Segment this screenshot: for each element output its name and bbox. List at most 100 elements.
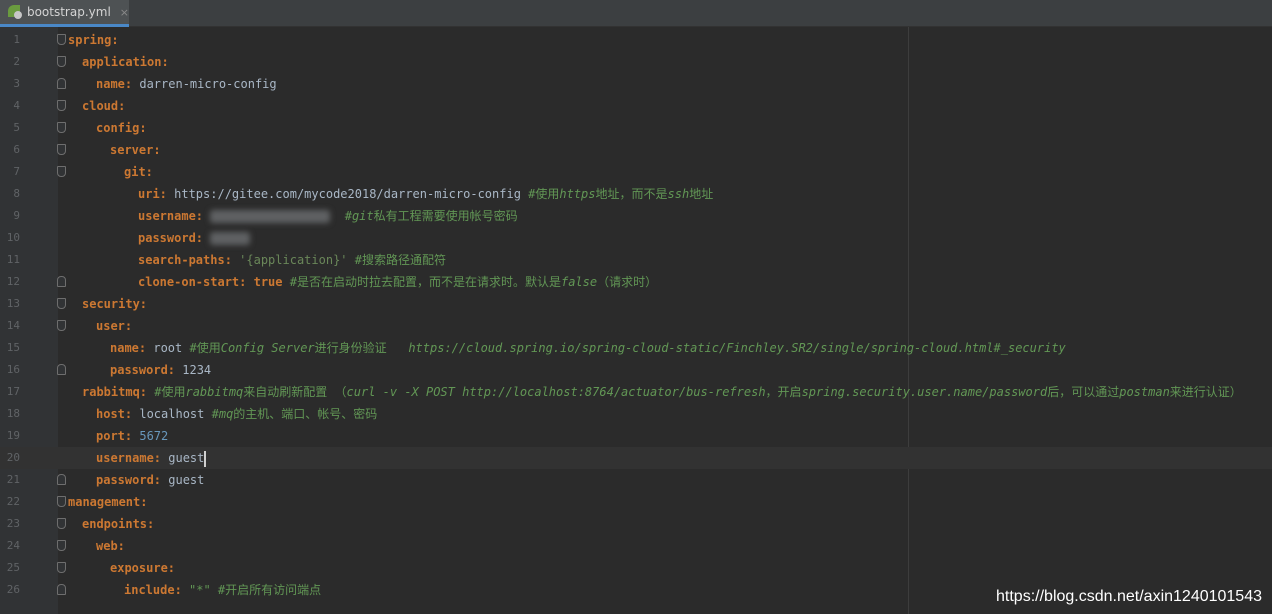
spring-yaml-icon [8, 5, 22, 19]
comment: # [211, 407, 219, 421]
code-line[interactable]: 7 git: [0, 161, 1272, 183]
code-line[interactable]: 21 password: guest [0, 469, 1272, 491]
tab-bootstrap-yml[interactable]: bootstrap.yml × [0, 0, 129, 27]
comment: 来自动刷新配置 （ [243, 385, 347, 399]
code-text: cloud: [82, 95, 125, 117]
code-text: password: 1234 [110, 359, 211, 381]
code-line[interactable]: 9 username: #git私有工程需要使用帐号密码 [0, 205, 1272, 227]
yaml-key: search-paths: [138, 253, 232, 267]
comment: #是否在启动时拉去配置，而不是在请求时。默认是 [289, 275, 561, 289]
yaml-key: username: [138, 209, 204, 223]
code-line[interactable]: 23 endpoints: [0, 513, 1272, 535]
fold-marker-icon[interactable] [57, 474, 66, 485]
code-line[interactable]: 1 spring: [0, 29, 1272, 51]
line-number: 1 [13, 33, 20, 46]
fold-marker-icon[interactable] [57, 540, 66, 551]
code-line[interactable]: 25 exposure: [0, 557, 1272, 579]
comment-italic: false [560, 275, 598, 289]
fold-marker-icon[interactable] [57, 122, 66, 133]
code-text: config: [96, 117, 147, 139]
line-number: 12 [6, 275, 20, 288]
fold-marker-icon[interactable] [57, 496, 66, 507]
code-line[interactable]: 4 cloud: [0, 95, 1272, 117]
comment-italic: Config Server [220, 341, 315, 355]
comment-italic: ssh [667, 187, 690, 201]
code-line[interactable]: 12 clone-on-start: true #是否在启动时拉去配置，而不是在请… [0, 271, 1272, 293]
yaml-value: guest [161, 451, 205, 465]
line-number: 3 [13, 77, 20, 90]
code-line[interactable]: 24 web: [0, 535, 1272, 557]
code-line[interactable]: 15 name: root #使用Config Server进行身份验证 http… [0, 337, 1272, 359]
code-line[interactable]: 8 uri: https://gitee.com/mycode2018/darre… [0, 183, 1272, 205]
yaml-value: guest [161, 473, 205, 487]
code-line[interactable]: 2 application: [0, 51, 1272, 73]
fold-marker-icon[interactable] [57, 144, 66, 155]
fold-marker-icon[interactable] [57, 78, 66, 89]
comment-italic: postman [1119, 385, 1170, 399]
fold-marker-icon[interactable] [57, 298, 66, 309]
line-number: 21 [6, 473, 20, 486]
yaml-string: '{application}' [231, 253, 355, 267]
comment: #搜索路径通配符 [354, 253, 446, 267]
code-text: name: darren-micro-config [96, 73, 277, 95]
yaml-key: server: [110, 143, 161, 157]
yaml-key: password: [96, 473, 162, 487]
code-line[interactable]: 19 port: 5672 [0, 425, 1272, 447]
yaml-key: password: [110, 363, 176, 377]
comment-italic: mq [218, 407, 234, 421]
yaml-key: uri: [138, 187, 167, 201]
tab-label: bootstrap.yml [26, 5, 111, 19]
close-icon[interactable]: × [120, 6, 129, 19]
fold-marker-icon[interactable] [57, 56, 66, 67]
line-number: 22 [6, 495, 20, 508]
comment: # [344, 209, 352, 223]
code-line[interactable]: 10 password: [0, 227, 1272, 249]
yaml-key: name: [96, 77, 133, 91]
code-line[interactable]: 17 rabbitmq: #使用rabbitmq来自动刷新配置 （curl -v … [0, 381, 1272, 403]
comment: #使用 [189, 341, 221, 355]
comment: 进行身份验证 [314, 341, 409, 355]
yaml-key: password: [138, 231, 204, 245]
line-number: 19 [6, 429, 20, 442]
line-number: 2 [13, 55, 20, 68]
code-line[interactable]: 16 password: 1234 [0, 359, 1272, 381]
yaml-key: endpoints: [82, 517, 155, 531]
code-text: include: "*" #开启所有访问端点 [124, 579, 321, 601]
code-text: server: [110, 139, 161, 161]
comment: ，开启 [765, 385, 802, 399]
code-line[interactable]: 22 management: [0, 491, 1272, 513]
code-text: rabbitmq: #使用rabbitmq来自动刷新配置 （curl -v -X… [82, 381, 1242, 403]
code-line[interactable]: 14 user: [0, 315, 1272, 337]
code-editor[interactable]: 1 spring: 2 application: 3 name: darren-micro… [0, 27, 1272, 614]
redacted-value [210, 232, 251, 245]
yaml-key: web: [96, 539, 125, 553]
code-line[interactable]: 13 security: [0, 293, 1272, 315]
code-line[interactable]: 6 server: [0, 139, 1272, 161]
fold-marker-icon[interactable] [57, 276, 66, 287]
code-line[interactable]: 5 config: [0, 117, 1272, 139]
code-text: management: [68, 491, 147, 513]
yaml-key: management: [68, 495, 148, 509]
fold-marker-icon[interactable] [57, 166, 66, 177]
fold-marker-icon[interactable] [57, 100, 66, 111]
fold-marker-icon[interactable] [57, 34, 66, 45]
fold-marker-icon[interactable] [57, 364, 66, 375]
fold-marker-icon[interactable] [57, 518, 66, 529]
code-line[interactable]: 20 username: guest [0, 447, 1272, 469]
code-line[interactable]: 11 search-paths: '{application}' #搜索路径通配符 [0, 249, 1272, 271]
fold-marker-icon[interactable] [57, 320, 66, 331]
fold-marker-icon[interactable] [57, 562, 66, 573]
comment: 后，可以通过 [1047, 385, 1120, 399]
code-text: user: [96, 315, 132, 337]
line-number: 11 [6, 253, 20, 266]
code-text: clone-on-start: true #是否在启动时拉去配置，而不是在请求时… [138, 271, 657, 293]
yaml-key: name: [110, 341, 147, 355]
fold-marker-icon[interactable] [57, 584, 66, 595]
yaml-value: localhost [132, 407, 212, 421]
code-line[interactable]: 3 name: darren-micro-config [0, 73, 1272, 95]
yaml-key: application: [82, 55, 169, 69]
comment: 的主机、端口、帐号、密码 [233, 407, 378, 421]
line-number: 23 [6, 517, 20, 530]
yaml-key: username: [96, 451, 162, 465]
code-line[interactable]: 18 host: localhost #mq的主机、端口、帐号、密码 [0, 403, 1272, 425]
